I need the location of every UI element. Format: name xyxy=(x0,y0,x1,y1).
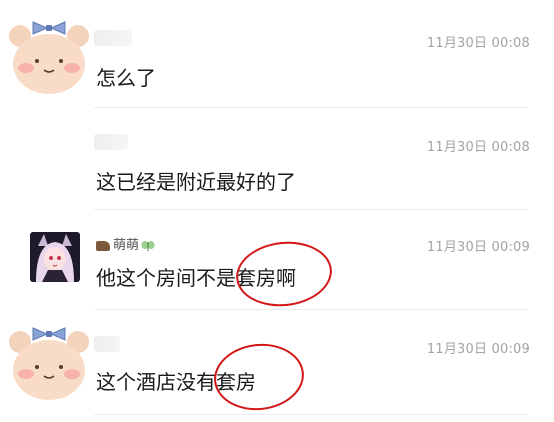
anime-girl-avatar[interactable] xyxy=(30,232,80,282)
message-time: 11月30日 00:08 xyxy=(426,140,530,155)
message-item: 萌萌 11月30日 00:09 他这个房间不是套房啊 xyxy=(0,210,554,311)
sender-name-redacted xyxy=(94,30,132,46)
message-item: 11月30日 00:08 怎么了 xyxy=(0,0,554,108)
sender-name[interactable]: 萌萌 xyxy=(96,234,155,253)
message-time: 11月30日 00:09 xyxy=(426,240,530,255)
divider xyxy=(94,414,528,415)
highlight-circle xyxy=(210,339,308,415)
message-item: 11月30日 00:09 这个酒店没有套房 xyxy=(0,310,554,422)
message-content: 这已经是附近最好的了 xyxy=(96,170,296,194)
highlight-circle xyxy=(232,237,336,311)
message-content: 怎么了 xyxy=(96,66,156,90)
bear-avatar[interactable] xyxy=(6,12,92,98)
sender-name-redacted xyxy=(94,134,128,150)
sender-name-redacted xyxy=(94,336,120,352)
message-time: 11月30日 00:09 xyxy=(426,342,530,357)
sender-name-text: 萌萌 xyxy=(113,238,140,253)
butterfly-icon xyxy=(141,240,155,251)
message-item: 11月30日 00:08 这已经是附近最好的了 xyxy=(0,108,554,210)
bear-avatar[interactable] xyxy=(6,318,92,404)
boot-icon xyxy=(96,240,110,251)
message-time: 11月30日 00:08 xyxy=(426,36,530,51)
